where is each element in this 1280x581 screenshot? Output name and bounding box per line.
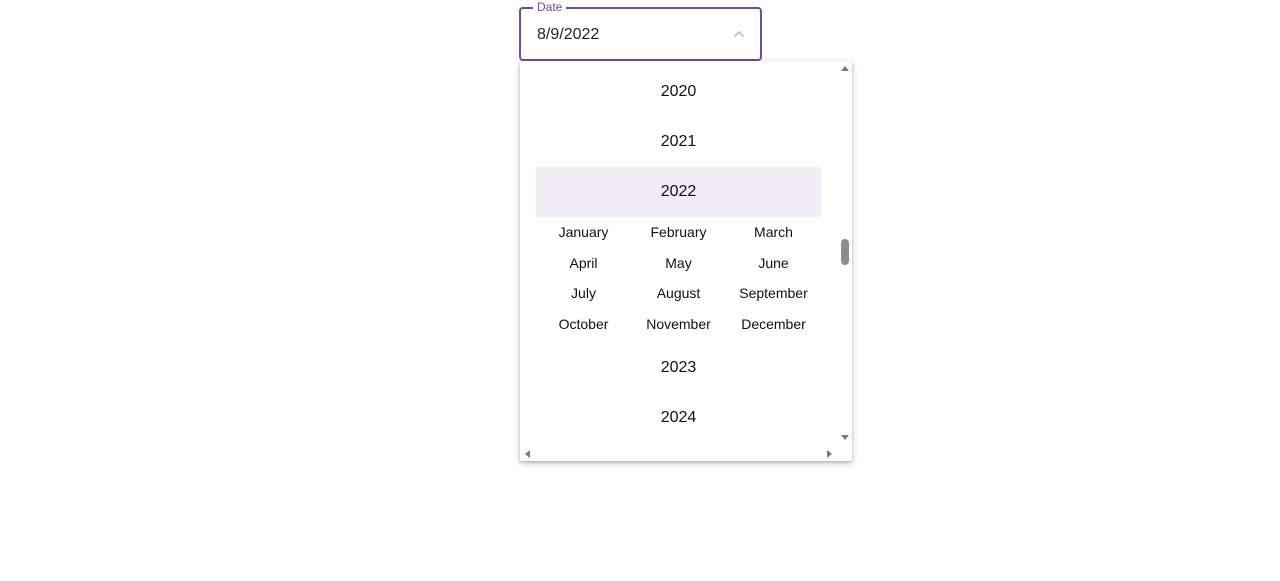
- year-list: 2020 2021 2022 January February March Ap…: [536, 67, 821, 443]
- month-option-november[interactable]: November: [631, 309, 726, 340]
- month-option-june[interactable]: June: [726, 248, 821, 279]
- month-option-december[interactable]: December: [726, 309, 821, 340]
- month-grid: January February March April May June Ju…: [536, 217, 821, 343]
- year-option-2022-selected[interactable]: 2022: [536, 167, 821, 217]
- year-option-2020[interactable]: 2020: [536, 67, 821, 117]
- date-field-label: Date: [533, 0, 567, 14]
- month-option-april[interactable]: April: [536, 248, 631, 279]
- date-field-value[interactable]: 8/9/2022: [537, 25, 599, 45]
- year-month-picker-popup: 2020 2021 2022 January February March Ap…: [520, 61, 852, 461]
- month-option-january[interactable]: January: [536, 217, 631, 248]
- month-option-may[interactable]: May: [631, 248, 726, 279]
- chevron-up-icon[interactable]: [732, 27, 746, 41]
- month-option-march[interactable]: March: [726, 217, 821, 248]
- month-option-july[interactable]: July: [536, 278, 631, 309]
- year-option-2021[interactable]: 2021: [536, 117, 821, 167]
- month-option-september[interactable]: September: [726, 278, 821, 309]
- month-option-february[interactable]: February: [631, 217, 726, 248]
- scroll-down-arrow-icon[interactable]: [841, 435, 849, 440]
- year-option-2023[interactable]: 2023: [536, 343, 821, 393]
- month-option-august[interactable]: August: [631, 278, 726, 309]
- scroll-right-arrow-icon[interactable]: [827, 450, 832, 458]
- vertical-scrollbar-thumb[interactable]: [841, 239, 849, 265]
- month-option-october[interactable]: October: [536, 309, 631, 340]
- date-field[interactable]: Date 8/9/2022: [519, 0, 762, 61]
- scroll-up-arrow-icon[interactable]: [841, 66, 849, 71]
- horizontal-scrollbar[interactable]: [520, 446, 837, 461]
- vertical-scrollbar[interactable]: [837, 61, 852, 446]
- scroll-left-arrow-icon[interactable]: [525, 450, 530, 458]
- year-option-2024[interactable]: 2024: [536, 393, 821, 443]
